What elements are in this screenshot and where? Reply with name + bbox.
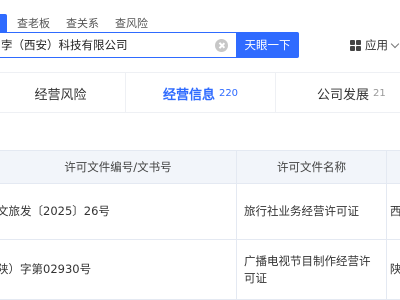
tab-label: 公司发展 xyxy=(317,87,370,103)
tab-company-development[interactable]: 公司发展 21 xyxy=(276,73,400,113)
table-header-row: 许可文件编号/文书号 许可文件名称 xyxy=(0,150,400,184)
table-row[interactable]: 文旅发〔2025〕26号 旅行社业务经营许可证 西 xyxy=(0,184,400,240)
license-extra-cell: 西 xyxy=(386,184,400,239)
apps-grid-icon xyxy=(350,39,361,51)
scope-tab-active-marker[interactable] xyxy=(0,14,7,32)
search-header: 查老板 查关系 查风险 孛（西安）科技有限公司 天眼一下 应用 xyxy=(0,0,400,66)
license-number-cell: 陕）字第02930号 xyxy=(0,240,236,299)
license-name: 旅行社业务经营许可证 xyxy=(244,204,359,218)
chevron-down-icon xyxy=(390,39,400,48)
tab-count: 21 xyxy=(373,87,386,99)
clear-icon[interactable] xyxy=(215,38,228,52)
license-name-cell: 广播电视节目制作经营许可证 xyxy=(236,240,386,299)
column-header-license-number: 许可文件编号/文书号 xyxy=(64,160,172,174)
tab-label: 经营风险 xyxy=(34,87,87,103)
table-row[interactable]: 陕）字第02930号 广播电视节目制作经营许可证 陕 xyxy=(0,240,400,300)
tab-label: 经营信息 xyxy=(162,87,215,103)
license-extra: 西 xyxy=(390,203,400,220)
search-scope-tabs: 查老板 查关系 查风险 xyxy=(0,14,164,32)
search-query-text[interactable]: 孛（西安）科技有限公司 xyxy=(0,37,215,53)
tab-count: 220 xyxy=(218,87,239,99)
license-number: 文旅发〔2025〕26号 xyxy=(0,204,110,218)
section-tabs: 经营风险 经营信息 220 公司发展 21 xyxy=(0,72,400,113)
scope-tab-boss[interactable]: 查老板 xyxy=(17,15,50,31)
license-name-cell: 旅行社业务经营许可证 xyxy=(236,184,386,239)
column-header-truncated xyxy=(386,151,400,183)
scope-tab-relation[interactable]: 查关系 xyxy=(66,15,99,31)
license-table: 许可文件编号/文书号 许可文件名称 文旅发〔2025〕26号 旅行社业务经营许可… xyxy=(0,150,400,300)
tab-business-risk[interactable]: 经营风险 xyxy=(0,73,126,113)
tab-business-info[interactable]: 经营信息 220 xyxy=(126,73,276,113)
apps-menu[interactable]: 应用 xyxy=(350,36,400,54)
license-name: 广播电视节目制作经营许可证 xyxy=(244,253,371,285)
column-header-license-name: 许可文件名称 xyxy=(236,151,386,183)
scope-tab-risk[interactable]: 查风险 xyxy=(115,15,148,31)
license-number: 陕）字第02930号 xyxy=(0,262,92,276)
license-number-cell: 文旅发〔2025〕26号 xyxy=(0,184,236,239)
license-extra-cell: 陕 xyxy=(386,240,400,299)
search-button[interactable]: 天眼一下 xyxy=(236,32,299,58)
license-extra: 陕 xyxy=(390,261,400,278)
apps-label: 应用 xyxy=(365,38,388,52)
search-input[interactable]: 孛（西安）科技有限公司 xyxy=(0,32,236,58)
